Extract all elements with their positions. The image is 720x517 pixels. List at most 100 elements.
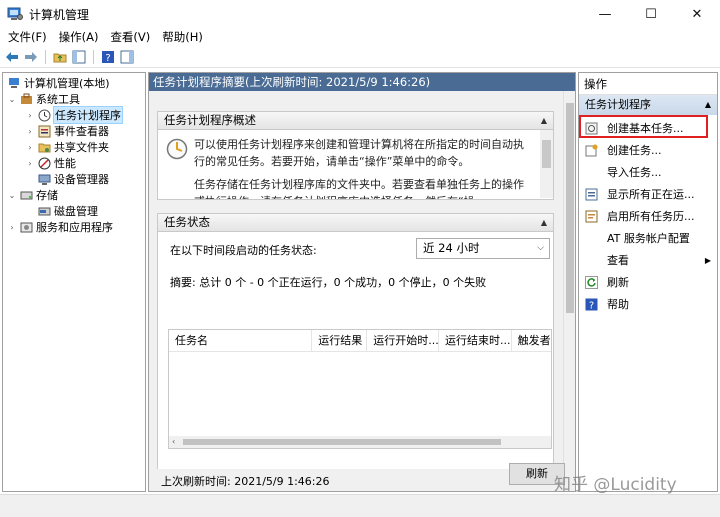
summary-footer: 上次刷新时间: 2021/5/9 1:46:26 刷新: [149, 463, 565, 491]
device-manager-icon: [38, 173, 51, 186]
toolbar: ?: [0, 46, 720, 68]
up-folder-icon[interactable]: [52, 49, 68, 65]
chevron-down-icon[interactable]: ⌄: [7, 95, 17, 104]
computer-management-icon: [8, 77, 21, 90]
tree-item-label: 事件查看器: [54, 125, 109, 138]
close-button[interactable]: ✕: [674, 0, 720, 28]
column-header[interactable]: 运行开始时...: [367, 330, 439, 351]
overview-title: 任务计划程序概述: [164, 113, 256, 127]
action-help[interactable]: ? 帮助: [579, 293, 717, 315]
table-horizontal-scrollbar[interactable]: ‹: [169, 436, 551, 448]
action-display-running[interactable]: 显示所有正在运...: [579, 183, 717, 205]
history-icon: [584, 209, 598, 223]
at-service-icon: [584, 231, 598, 245]
computer-management-icon: [7, 7, 23, 20]
back-arrow-icon[interactable]: [4, 49, 20, 65]
maximize-button[interactable]: ☐: [628, 0, 674, 28]
collapse-caret-icon[interactable]: ▲: [541, 214, 547, 231]
svg-text:?: ?: [105, 53, 110, 64]
tree-item-system-tools[interactable]: ⌄ 系统工具: [7, 91, 80, 107]
collapse-caret-icon[interactable]: ▲: [541, 112, 547, 129]
tree-item-task-scheduler[interactable]: › 任务计划程序: [25, 106, 123, 124]
chevron-down-icon[interactable]: ⌄: [7, 191, 17, 200]
tree-item-performance[interactable]: › 性能: [25, 155, 76, 171]
status-period-value: 近 24 小时: [423, 241, 480, 255]
window-title: 计算机管理: [29, 7, 90, 22]
tree-item-event-viewer[interactable]: › 事件查看器: [25, 123, 109, 139]
task-status-table[interactable]: 任务名 运行结果 运行开始时... 运行结束时... 触发者 ‹: [168, 329, 552, 449]
action-import-task[interactable]: 导入任务...: [579, 161, 717, 183]
status-summary: 摘要: 总计 0 个 - 0 个正在运行，0 个成功，0 个停止，0 个失败: [170, 276, 487, 289]
tree-item-root[interactable]: 计算机管理(本地): [5, 75, 110, 91]
action-label: 显示所有正在运...: [607, 188, 695, 201]
running-tasks-icon: [584, 187, 598, 201]
action-view[interactable]: 查看 ▶: [579, 249, 717, 271]
action-label: 查看: [607, 254, 629, 267]
tree-item-services-apps[interactable]: › 服务和应用程序: [7, 219, 113, 235]
toolbar-divider: [45, 49, 46, 64]
refresh-icon: [584, 275, 598, 289]
menu-help[interactable]: 帮助(H): [156, 28, 209, 46]
actions-section-title: 任务计划程序: [585, 98, 651, 111]
overview-paragraph: 任务存储在任务计划程序库的文件夹中。若要查看单独任务上的操作或执行操作，请在任务…: [194, 178, 524, 199]
scrollbar-thumb[interactable]: [566, 103, 574, 313]
column-header[interactable]: 运行结束时...: [439, 330, 512, 351]
create-task-icon: [584, 143, 598, 157]
tree-item-label: 共享文件夹: [54, 141, 109, 154]
tree-item-label: 磁盘管理: [54, 205, 98, 218]
tree-item-shared-folders[interactable]: › 共享文件夹: [25, 139, 109, 155]
disk-icon: [38, 205, 51, 218]
chevron-right-icon[interactable]: ›: [25, 111, 35, 120]
column-header[interactable]: 任务名: [169, 330, 313, 351]
action-label: 启用所有任务历...: [607, 210, 695, 223]
overview-paragraph: 可以使用任务计划程序来创建和管理计算机将在所指定的时间自动执行的常见任务。若要开…: [194, 138, 524, 168]
chevron-right-icon[interactable]: ›: [25, 159, 35, 168]
scrollbar-thumb[interactable]: [183, 439, 501, 445]
overview-scrollbar[interactable]: [540, 130, 553, 198]
minimize-button[interactable]: —: [582, 0, 628, 28]
action-at-service-config[interactable]: AT 服务帐户配置: [579, 227, 717, 249]
main-vertical-scrollbar[interactable]: [563, 91, 575, 491]
status-title: 任务状态: [164, 215, 210, 229]
tree-item-device-manager[interactable]: 设备管理器: [35, 171, 109, 187]
tree-item-label: 服务和应用程序: [36, 221, 113, 234]
status-section-header[interactable]: 任务状态 ▲: [157, 213, 554, 232]
tree-item-label: 存储: [36, 189, 58, 202]
chevron-right-icon[interactable]: ›: [25, 143, 35, 152]
action-create-task[interactable]: 创建任务...: [579, 139, 717, 161]
status-period-dropdown[interactable]: 近 24 小时 ⌵: [416, 238, 550, 259]
event-viewer-icon: [38, 125, 51, 138]
chevron-right-icon[interactable]: ›: [7, 223, 17, 232]
help-icon[interactable]: ?: [100, 49, 116, 65]
chevron-right-icon[interactable]: ›: [25, 127, 35, 136]
shared-folder-icon: [38, 141, 51, 154]
action-enable-history[interactable]: 启用所有任务历...: [579, 205, 717, 227]
action-label: 导入任务...: [607, 166, 662, 179]
column-header[interactable]: 运行结果: [312, 330, 368, 351]
forward-arrow-icon[interactable]: [23, 49, 39, 65]
scrollbar-thumb[interactable]: [542, 140, 551, 168]
action-label: AT 服务帐户配置: [607, 232, 690, 245]
status-content: 在以下时间段启动的任务状态: 近 24 小时 ⌵ 摘要: 总计 0 个 - 0 …: [157, 232, 554, 471]
show-tree-icon[interactable]: [71, 49, 87, 65]
tree-item-storage[interactable]: ⌄ 存储: [7, 187, 58, 203]
collapse-caret-icon[interactable]: ▲: [705, 95, 711, 115]
tree-item-disk-management[interactable]: 磁盘管理: [35, 203, 98, 219]
performance-icon: [38, 157, 51, 170]
clock-icon: [38, 109, 51, 122]
overview-section-header[interactable]: 任务计划程序概述 ▲: [157, 111, 554, 130]
menu-file[interactable]: 文件(F): [2, 28, 53, 46]
menu-view[interactable]: 查看(V): [104, 28, 156, 46]
tree-item-label: 系统工具: [36, 93, 80, 106]
menu-action[interactable]: 操作(A): [53, 28, 105, 46]
clock-icon: [166, 138, 188, 160]
svg-text:?: ?: [588, 300, 593, 311]
overview-text: 可以使用任务计划程序来创建和管理计算机将在所指定的时间自动执行的常见任务。若要开…: [194, 136, 534, 199]
main-pane: 任务计划程序摘要(上次刷新时间: 2021/5/9 1:46:26) 任务计划程…: [148, 72, 576, 492]
column-header[interactable]: 触发者: [512, 330, 551, 351]
actions-section-header[interactable]: 任务计划程序 ▲: [579, 95, 717, 115]
show-action-pane-icon[interactable]: [119, 49, 135, 65]
scroll-left-icon[interactable]: ‹: [172, 437, 175, 446]
action-refresh[interactable]: 刷新: [579, 271, 717, 293]
status-period-label: 在以下时间段启动的任务状态:: [170, 244, 317, 257]
